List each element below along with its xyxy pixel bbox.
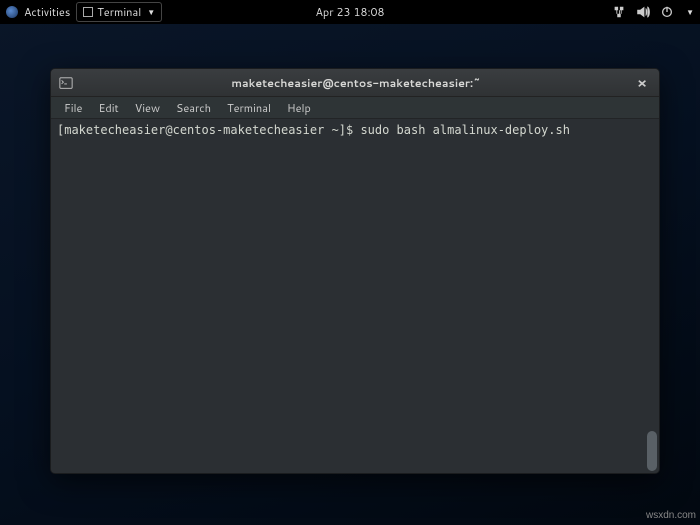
terminal-content[interactable]: [maketecheasier@centos-maketecheasier ~]… (51, 119, 659, 473)
terminal-window: maketecheasier@centos-maketecheasier:~ ×… (50, 68, 660, 474)
menu-search[interactable]: Search (169, 98, 218, 118)
menu-help[interactable]: Help (280, 98, 318, 118)
terminal-window-icon (59, 76, 73, 90)
app-menu-label: Terminal (97, 4, 141, 20)
watermark-text: wsxdn.com (646, 510, 696, 521)
shell-command: sudo bash almalinux-deploy.sh (360, 123, 570, 137)
window-titlebar[interactable]: maketecheasier@centos-maketecheasier:~ × (51, 69, 659, 97)
scrollbar-thumb[interactable] (647, 431, 657, 471)
volume-icon[interactable] (636, 5, 650, 19)
clock[interactable]: Apr 23 18:08 (315, 4, 384, 20)
activities-button[interactable]: Activities (24, 4, 70, 20)
menu-view[interactable]: View (128, 98, 167, 118)
shell-prompt: [maketecheasier@centos-maketecheasier ~]… (57, 123, 360, 137)
menubar: File Edit View Search Terminal Help (51, 97, 659, 119)
chevron-down-icon: ▼ (147, 6, 155, 18)
window-title: maketecheasier@centos-maketecheasier:~ (79, 75, 633, 91)
network-icon[interactable] (612, 5, 626, 19)
system-menu-chevron-icon[interactable]: ▼ (686, 6, 694, 18)
menu-file[interactable]: File (57, 98, 89, 118)
gnome-topbar: Activities Terminal ▼ Apr 23 18:08 ▼ (0, 0, 700, 24)
app-menu-button[interactable]: Terminal ▼ (76, 2, 162, 22)
menu-terminal[interactable]: Terminal (220, 98, 278, 118)
close-button[interactable]: × (633, 73, 651, 93)
distro-logo-icon (6, 6, 18, 18)
menu-edit[interactable]: Edit (91, 98, 125, 118)
terminal-app-icon (83, 7, 93, 17)
power-icon[interactable] (660, 5, 674, 19)
terminal-line: [maketecheasier@centos-maketecheasier ~]… (57, 122, 653, 139)
